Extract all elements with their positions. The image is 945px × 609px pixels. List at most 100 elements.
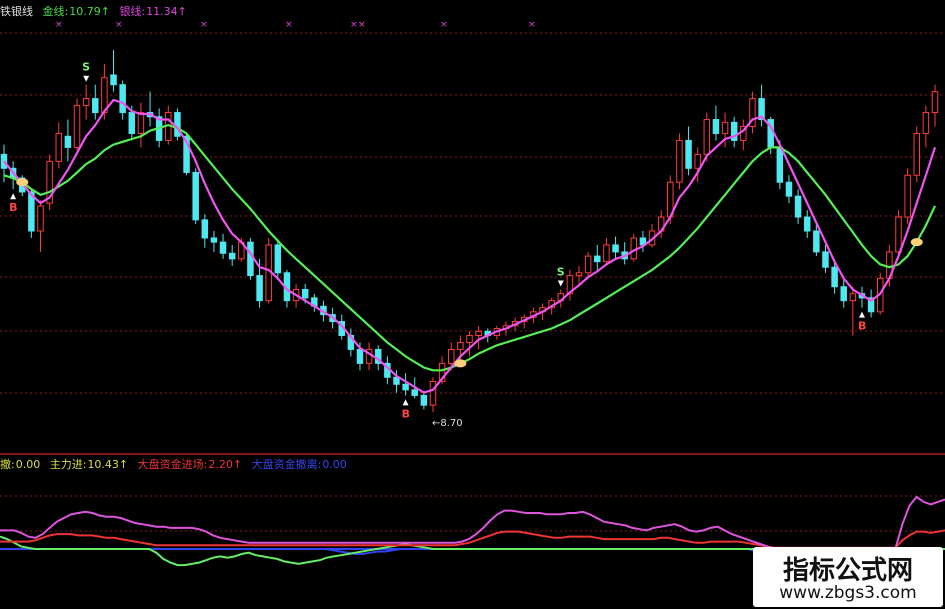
top-marker: × bbox=[55, 20, 63, 30]
candle-body bbox=[703, 119, 711, 155]
legend-gold-value: 10.79↑ bbox=[69, 5, 110, 18]
candle-body bbox=[55, 132, 63, 162]
candle bbox=[730, 116, 738, 148]
candle-body bbox=[721, 121, 729, 134]
candle bbox=[612, 236, 619, 259]
candle-body bbox=[685, 139, 692, 169]
legend-market-outflow-label: 大盘资金撤离: bbox=[251, 458, 322, 471]
candle-body bbox=[82, 98, 90, 107]
candle bbox=[822, 244, 829, 273]
candle-body bbox=[228, 252, 236, 260]
candle bbox=[92, 84, 99, 120]
candle-body bbox=[584, 255, 592, 274]
sell-signal-label: S bbox=[82, 61, 90, 74]
candle-body bbox=[301, 289, 309, 299]
candle-body bbox=[411, 389, 418, 396]
candle bbox=[110, 49, 117, 92]
candle bbox=[603, 237, 610, 266]
candle bbox=[913, 126, 920, 183]
sell-arrow-icon bbox=[83, 75, 90, 82]
main-legend: 铁银线 金线:10.79↑ 银线:11.34↑ bbox=[0, 5, 193, 18]
candle bbox=[904, 168, 911, 225]
candle-body bbox=[64, 135, 72, 148]
candle-body bbox=[110, 74, 117, 86]
crossover-highlight bbox=[16, 178, 29, 187]
candle bbox=[749, 91, 756, 134]
legend-silver-label: 银线: bbox=[119, 5, 146, 18]
candle bbox=[740, 119, 747, 151]
candle bbox=[685, 126, 692, 176]
buy-arrow-icon bbox=[10, 193, 17, 200]
candle-body bbox=[612, 244, 619, 253]
legend-main-inflow-value: 10.43↑ bbox=[87, 458, 129, 471]
candle-body bbox=[831, 266, 838, 288]
top-marker: × bbox=[358, 20, 366, 30]
low-price-label: ←8.70 bbox=[432, 418, 463, 429]
candle bbox=[621, 242, 628, 265]
candle-body bbox=[785, 181, 793, 197]
candle-body bbox=[603, 244, 610, 263]
candle bbox=[247, 237, 254, 280]
candle bbox=[630, 233, 638, 262]
candle bbox=[639, 231, 647, 252]
candle bbox=[192, 168, 199, 225]
legend-gold-label: 金线: bbox=[42, 5, 69, 18]
grid-lines: × × × × × × × × bbox=[0, 20, 945, 532]
candle bbox=[274, 242, 282, 280]
candle bbox=[849, 286, 857, 336]
candle bbox=[584, 251, 592, 279]
candle-body bbox=[922, 112, 930, 134]
legend-title: 铁银线 bbox=[0, 5, 33, 18]
candle-body bbox=[119, 84, 126, 114]
candle bbox=[210, 231, 218, 252]
candle-body bbox=[794, 195, 802, 218]
candle-body bbox=[475, 330, 482, 337]
candle bbox=[119, 80, 126, 120]
candle bbox=[219, 233, 227, 259]
candle bbox=[475, 325, 482, 350]
candle-body bbox=[776, 146, 784, 183]
candle-body bbox=[904, 174, 911, 218]
candle bbox=[228, 244, 236, 266]
candle bbox=[648, 224, 656, 248]
candle bbox=[429, 377, 437, 413]
candle-body bbox=[712, 119, 720, 134]
top-marker: × bbox=[200, 20, 208, 30]
candle bbox=[420, 391, 428, 410]
market-inflow-line bbox=[0, 529, 945, 549]
sell-arrow-icon bbox=[557, 280, 564, 287]
buy-signal-label: B bbox=[9, 201, 17, 214]
candle bbox=[931, 84, 939, 127]
candle-body bbox=[694, 153, 701, 169]
candle-body bbox=[594, 255, 601, 263]
top-marker: × bbox=[350, 20, 358, 30]
legend-silver-value: 11.34↑ bbox=[146, 5, 187, 18]
silver-line bbox=[3, 98, 937, 394]
candle-body bbox=[420, 394, 428, 406]
candle-body bbox=[448, 348, 455, 364]
crossover-highlight bbox=[910, 238, 923, 247]
candle bbox=[712, 105, 720, 141]
watermark-title: 指标公式网 bbox=[782, 556, 913, 586]
legend-market-inflow-value: 2.20↑ bbox=[208, 458, 243, 471]
candle bbox=[676, 133, 683, 190]
top-marker: × bbox=[440, 20, 448, 30]
candle-body bbox=[849, 293, 857, 302]
candle-body bbox=[676, 139, 683, 183]
sub-legend: 撤:0.00 主力进:10.43↑ 大盘资金进场:2.20↑ 大盘资金撤离:0.… bbox=[0, 458, 353, 471]
top-marker: × bbox=[115, 20, 123, 30]
candle-body bbox=[137, 112, 145, 134]
legend-withdraw-value: 0.00 bbox=[15, 458, 41, 471]
candlesticks bbox=[0, 49, 939, 413]
legend-withdraw-label: 撤: bbox=[0, 458, 15, 471]
site-watermark: 指标公式网 www.zbgs3.com bbox=[753, 547, 943, 607]
candle bbox=[55, 122, 63, 169]
candle bbox=[803, 210, 811, 238]
moving-average-lines bbox=[3, 98, 937, 394]
candle-body bbox=[822, 251, 829, 268]
candle-body bbox=[913, 132, 920, 176]
candle-body bbox=[247, 241, 254, 277]
candle-body bbox=[37, 205, 44, 232]
buy-signal-label: B bbox=[858, 320, 866, 333]
candle bbox=[146, 91, 154, 127]
